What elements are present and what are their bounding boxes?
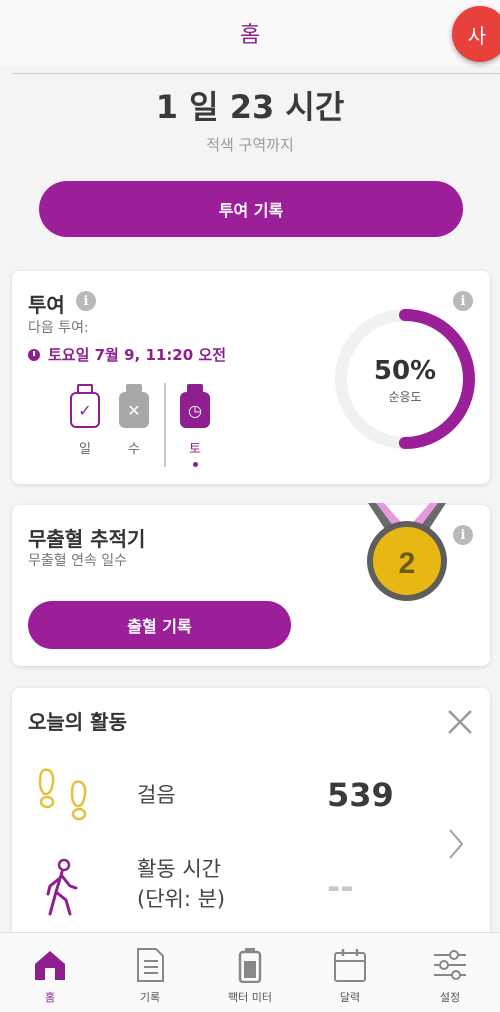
active-time-unit: (단위: 분) [137, 887, 226, 911]
day-bottle-sunday[interactable]: ✓ 일 [67, 384, 103, 457]
nav-home-label: 홈 [44, 991, 56, 1004]
day-bottle-saturday[interactable]: ◷ 토 [177, 384, 213, 467]
activity-row-active-time: 활동 시간 (단위: 분) -- [12, 844, 490, 934]
day-divider [164, 383, 166, 467]
page-title: 홈 [239, 23, 261, 48]
streak-count: 2 [399, 547, 416, 580]
x-icon: ✕ [119, 392, 149, 428]
activity-card: 오늘의 활동 걸음 539 활동 시간 (단위: 분) -- [12, 688, 490, 948]
log-bleed-button[interactable]: 출혈 기록 [28, 601, 291, 649]
day-label: 일 [79, 442, 91, 457]
red-zone-countdown: 1 일 23 시간 [155, 88, 345, 126]
log-dose-button[interactable]: 투여 기록 [39, 181, 463, 237]
nav-home[interactable]: 홈 [0, 933, 100, 1012]
clock-icon: ◷ [180, 392, 210, 428]
activity-card-title: 오늘의 활동 [28, 710, 127, 734]
avatar[interactable]: 사 [452, 6, 500, 62]
header-divider [12, 73, 500, 74]
countdown-subtitle: 적색 구역까지 [206, 136, 294, 154]
compliance-label: 순응도 [388, 390, 422, 404]
home-icon [35, 951, 65, 980]
bleed-card-subtitle: 무출혈 연속 일수 [28, 553, 128, 569]
info-icon[interactable]: i [453, 525, 473, 545]
nav-settings[interactable]: 설정 [400, 933, 500, 1012]
dose-card-title: 투여 [28, 293, 65, 317]
bleed-tracker-card: 무출혈 추적기 무출혈 연속 일수 i 2 출혈 기록 [12, 503, 490, 666]
settings-sliders-icon [434, 950, 466, 980]
check-icon: ✓ [70, 392, 100, 428]
nav-calendar[interactable]: 달력 [300, 933, 400, 1012]
day-label: 수 [128, 442, 140, 457]
day-bottle-wednesday[interactable]: ✕ 수 [116, 384, 152, 457]
next-dose-label: 다음 투여: [28, 320, 89, 336]
selected-day-indicator [192, 462, 198, 467]
document-icon [137, 948, 164, 982]
nav-records-label: 기록 [139, 991, 161, 1004]
bottom-navigation: 홈 기록 팩터 미터 달력 설정 [0, 932, 500, 1012]
footprints-icon [38, 768, 87, 821]
close-icon[interactable] [446, 708, 474, 736]
factor-meter-icon [238, 948, 262, 983]
nav-calendar-label: 달력 [339, 991, 361, 1004]
nav-factor-meter[interactable]: 팩터 미터 [200, 933, 300, 1012]
nav-records[interactable]: 기록 [100, 933, 200, 1012]
active-time-label: 활동 시간 [137, 857, 221, 881]
walking-person-icon [46, 858, 78, 916]
active-time-value: -- [327, 868, 354, 906]
app-header: 홈 사 [0, 0, 500, 66]
activity-row-steps: 걸음 539 [12, 754, 490, 844]
clock-icon [28, 348, 40, 361]
dose-card: 투여 i i 다음 투여: 토요일 7월 9, 11:20 오전 ✓ 일 ✕ 수… [12, 271, 490, 484]
next-dose-datetime: 토요일 7월 9, 11:20 오전 [28, 344, 226, 365]
steps-value: 539 [327, 776, 394, 814]
day-label: 토 [189, 442, 201, 457]
calendar-icon [334, 949, 366, 982]
bleed-card-title: 무출혈 추적기 [28, 527, 146, 551]
nav-settings-label: 설정 [439, 991, 461, 1004]
compliance-gauge: 50% 순응도 [334, 308, 476, 450]
steps-label: 걸음 [137, 783, 176, 807]
next-dose-datetime-text: 토요일 7월 9, 11:20 오전 [48, 346, 227, 364]
compliance-percent: 50% [373, 356, 437, 386]
nav-factor-meter-label: 팩터 미터 [228, 991, 272, 1004]
info-icon[interactable]: i [76, 291, 96, 311]
medal-icon: 2 [367, 503, 447, 601]
